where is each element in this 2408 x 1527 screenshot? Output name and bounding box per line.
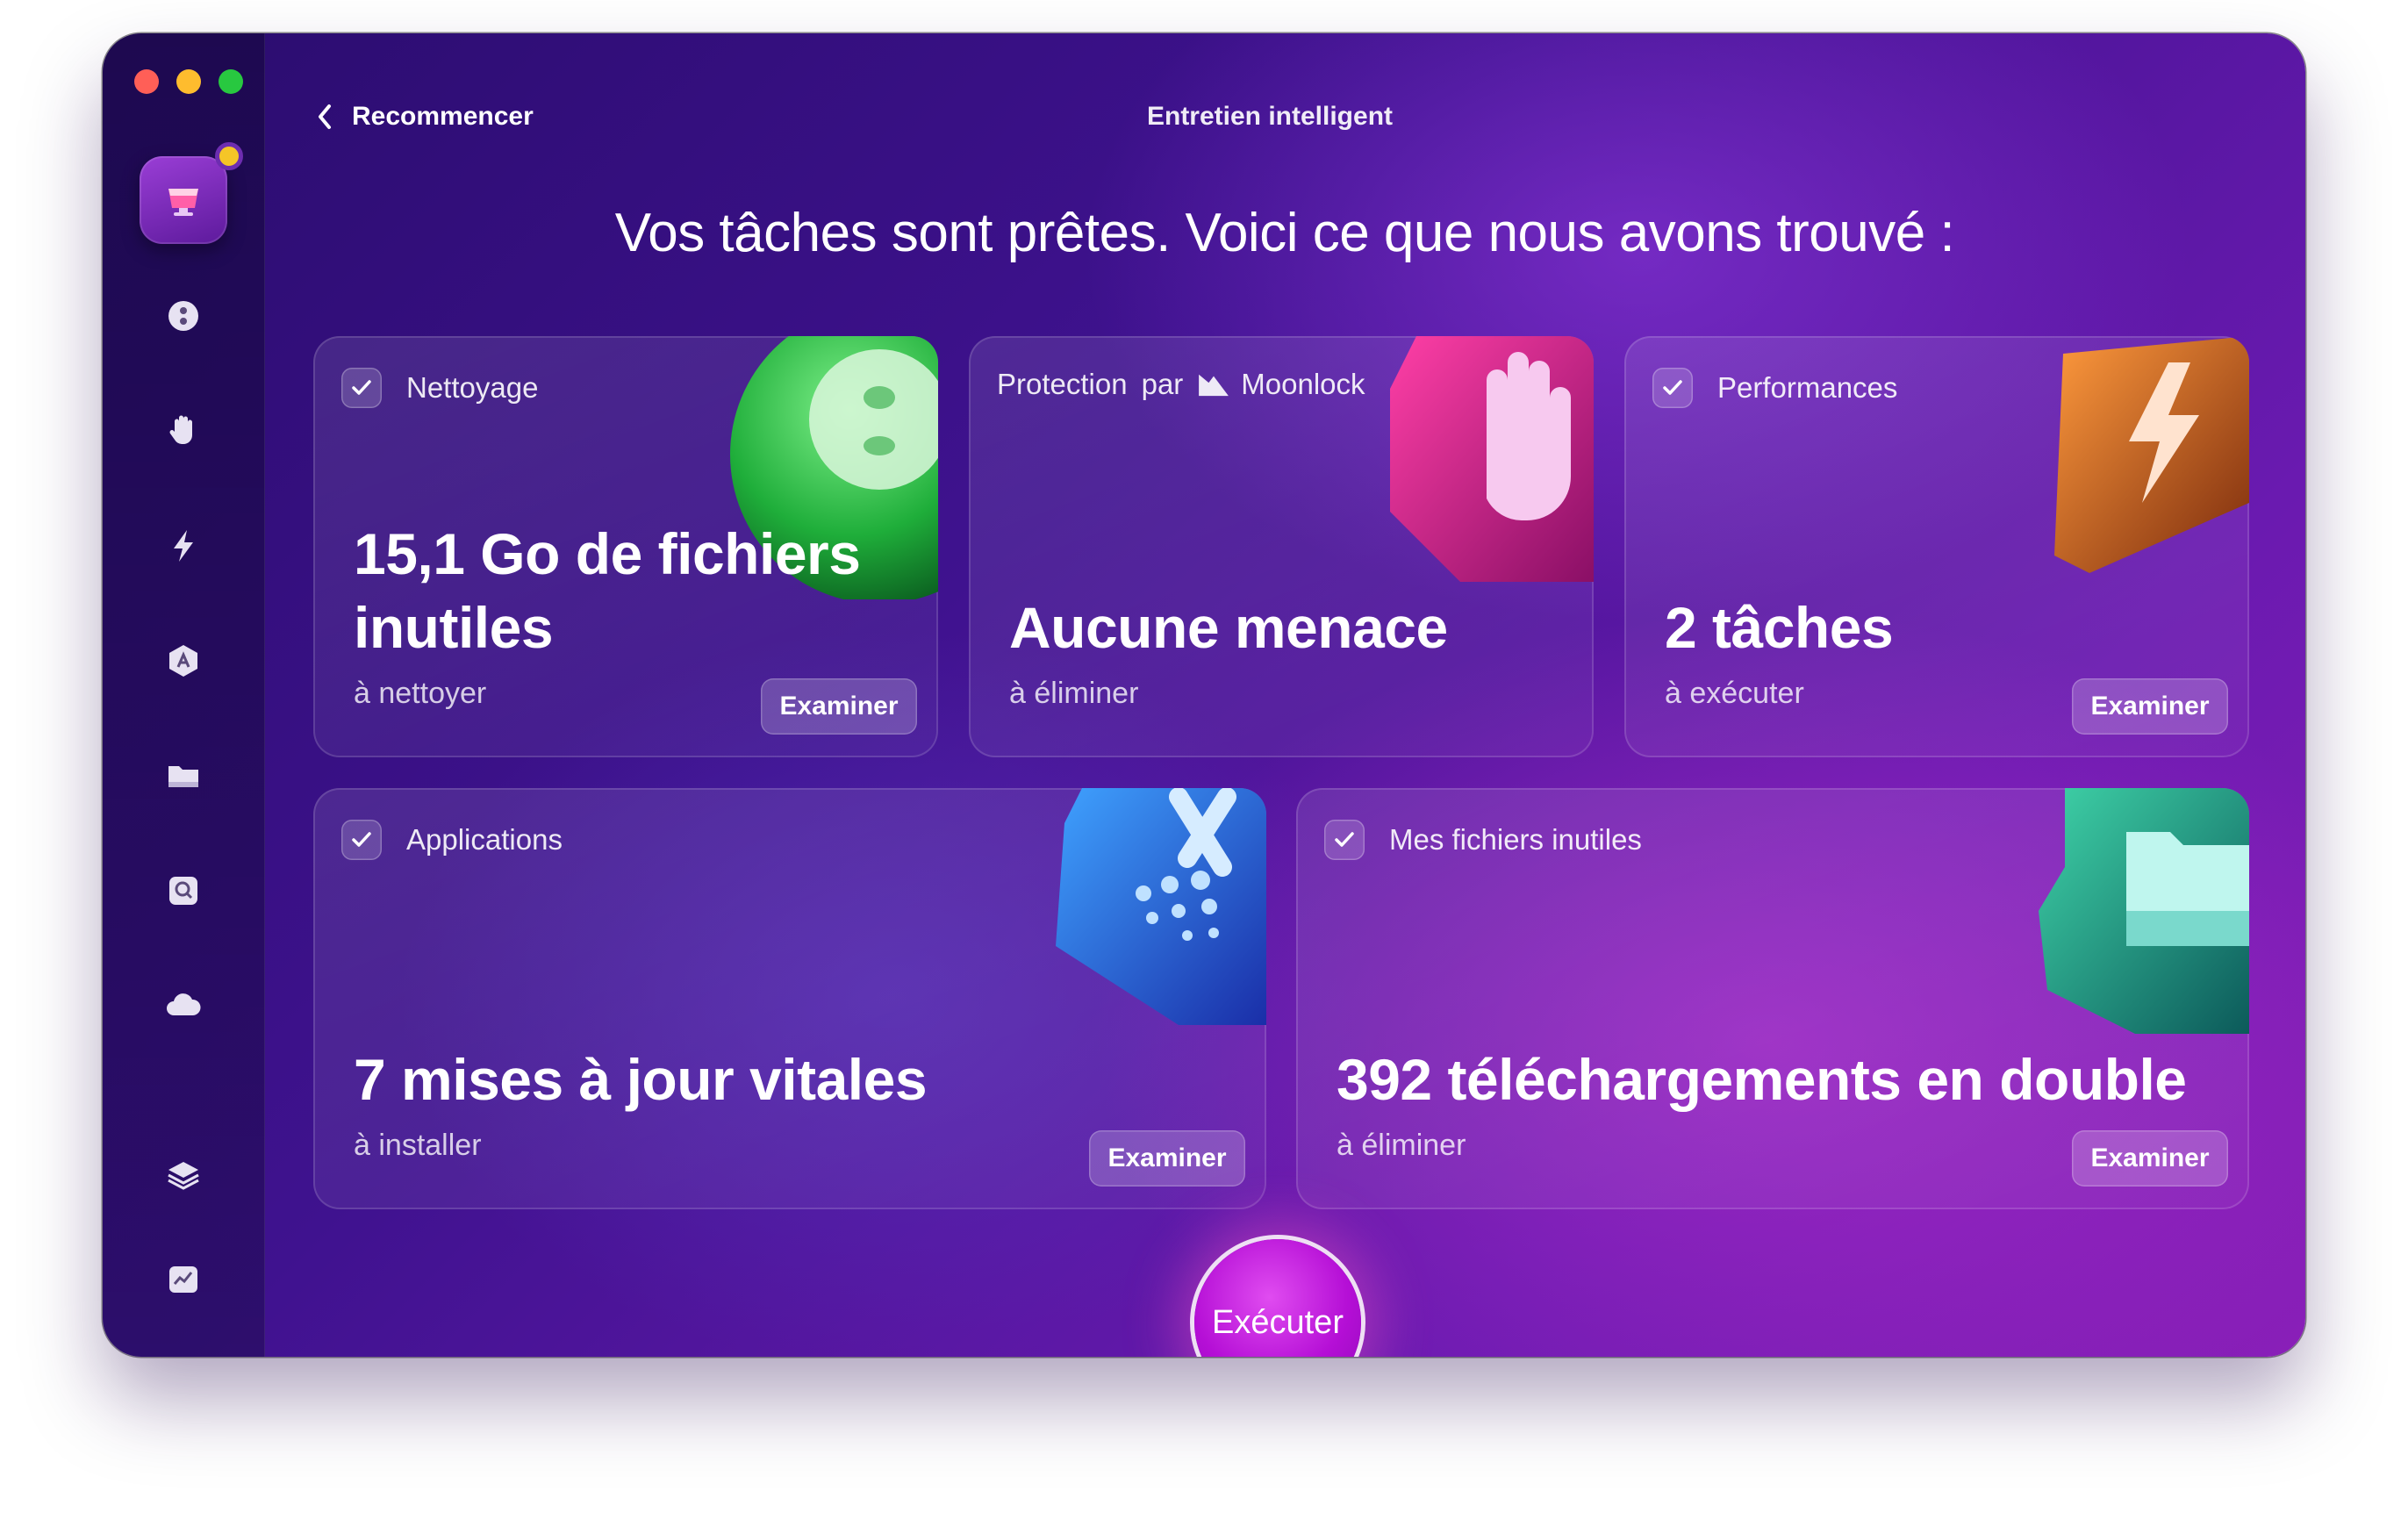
card-protection-header: Protection par Moonlock — [997, 368, 1365, 401]
sidebar-item-performance[interactable] — [140, 502, 227, 590]
performance-3d-icon — [2054, 336, 2249, 573]
card-performance-category: Performances — [1717, 371, 1898, 404]
sidebar-item-space-lens[interactable] — [140, 847, 227, 935]
back-button[interactable]: Recommencer — [313, 98, 534, 135]
chevron-left-icon — [319, 104, 331, 129]
card-cleanup[interactable]: Nettoyage 15,1 Go de fichiers inutiles à… — [313, 336, 938, 757]
card-cleanup-value-line1: 15,1 Go de fichiers — [354, 521, 861, 586]
my-clutter-3d-icon — [2039, 788, 2249, 1034]
card-performance-header: Performances — [1652, 368, 1897, 408]
sidebar-item-smart-care[interactable] — [140, 156, 227, 244]
smart-care-icon — [168, 189, 198, 216]
menu-app-icon — [169, 1266, 197, 1293]
my-clutter-folder-icon — [168, 766, 198, 787]
run-button[interactable]: Exécuter — [1194, 1239, 1361, 1357]
card-protection-by: par — [1141, 368, 1184, 400]
card-my-clutter-category: Mes fichiers inutiles — [1389, 823, 1642, 856]
window-title: Entretien intelligent — [1146, 102, 1394, 131]
my-clutter-review-button[interactable]: Examiner — [2072, 1130, 2228, 1186]
sidebar-item-applications[interactable] — [140, 617, 227, 705]
card-protection[interactable]: Protection par Moonlock Aucune menace à … — [969, 336, 1594, 757]
back-button-label: Recommencer — [352, 102, 534, 131]
app-window: Recommencer Entretien intelligent Vos tâ… — [103, 33, 2305, 1357]
card-applications-category: Applications — [406, 823, 563, 856]
sidebar-item-cloud-cleanup[interactable] — [140, 962, 227, 1050]
card-cleanup-checkbox[interactable] — [341, 368, 382, 408]
sidebar-item-cleanup[interactable] — [140, 272, 227, 360]
sidebar — [103, 33, 265, 1357]
card-cleanup-subtitle: à nettoyer — [354, 677, 487, 710]
card-my-clutter-value: 392 téléchargements en double — [1337, 1047, 2187, 1112]
minimize-window-button[interactable] — [176, 69, 201, 94]
card-applications-checkbox[interactable] — [341, 820, 382, 860]
card-my-clutter-checkbox[interactable] — [1324, 820, 1365, 860]
card-protection-category: Protection — [997, 368, 1128, 400]
checkmark-icon — [1663, 380, 1682, 395]
card-performance-subtitle: à exécuter — [1665, 677, 1804, 710]
card-protection-brand: Moonlock — [1241, 368, 1365, 400]
protection-hand-icon — [169, 415, 192, 444]
card-my-clutter[interactable]: Mes fichiers inutiles 392 téléchargement… — [1296, 788, 2249, 1209]
card-my-clutter-header: Mes fichiers inutiles — [1324, 820, 1642, 860]
card-cleanup-value: 15,1 Go de fichiers inutiles — [354, 517, 861, 664]
zoom-window-button[interactable] — [219, 69, 243, 94]
card-performance-checkbox[interactable] — [1652, 368, 1693, 408]
sidebar-item-my-clutter[interactable] — [140, 732, 227, 820]
checkmark-icon — [1335, 832, 1354, 847]
performance-review-button[interactable]: Examiner — [2072, 678, 2228, 735]
applications-review-button[interactable]: Examiner — [1089, 1130, 1245, 1186]
card-performance-value: 2 tâches — [1665, 595, 1894, 660]
checkmark-icon — [352, 832, 371, 847]
card-applications-header: Applications — [341, 820, 563, 860]
card-cleanup-header: Nettoyage — [341, 368, 538, 408]
page-headline: Vos tâches sont prêtes. Voici ce que nou… — [614, 203, 1955, 263]
card-applications-subtitle: à installer — [354, 1129, 482, 1162]
card-cleanup-category: Nettoyage — [406, 371, 539, 404]
card-performance[interactable]: Performances 2 tâches à exécuter Examine… — [1624, 336, 2249, 757]
card-protection-subtitle: à éliminer — [1009, 677, 1139, 710]
applications-icon — [169, 645, 197, 677]
close-window-button[interactable] — [134, 69, 159, 94]
moonlock-logo-icon — [1199, 374, 1229, 397]
card-applications-value: 7 mises à jour vitales — [354, 1047, 928, 1112]
cleanup-review-button[interactable]: Examiner — [761, 678, 917, 735]
sidebar-item-protection[interactable] — [140, 387, 227, 475]
checkmark-icon — [352, 380, 371, 395]
sidebar-item-menu-app[interactable] — [140, 1237, 227, 1324]
assistant-stack-icon — [168, 1162, 199, 1190]
protection-3d-icon — [1390, 336, 1594, 582]
card-applications[interactable]: Applications 7 mises à jour vitales à in… — [313, 788, 1266, 1209]
applications-3d-icon — [1056, 788, 1266, 1025]
card-cleanup-value-line2: inutiles — [354, 595, 554, 660]
cleanup-icon — [168, 301, 198, 331]
space-lens-icon — [169, 877, 197, 905]
card-protection-value: Aucune menace — [1009, 595, 1448, 660]
card-my-clutter-subtitle: à éliminer — [1337, 1129, 1466, 1162]
cloud-cleanup-icon — [167, 993, 201, 1015]
performance-bolt-icon — [174, 530, 193, 562]
sidebar-item-assistant[interactable] — [140, 1131, 227, 1219]
notification-badge — [215, 142, 243, 170]
